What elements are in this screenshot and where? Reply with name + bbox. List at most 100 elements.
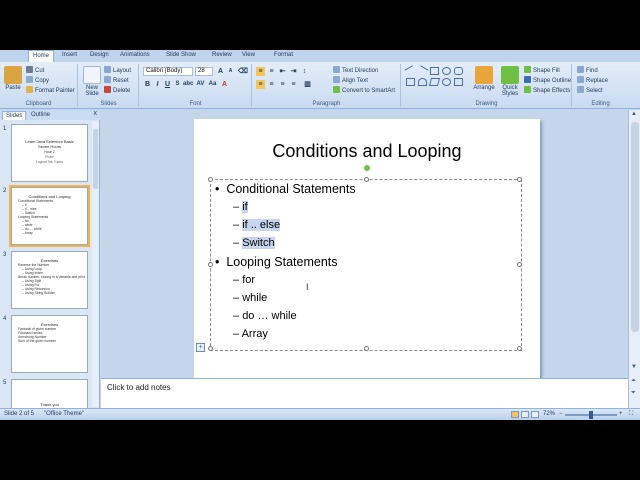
scroll-down-icon[interactable]: ▼ <box>631 364 637 370</box>
tab-format[interactable]: Format <box>270 50 297 62</box>
resize-handle[interactable] <box>517 262 522 267</box>
resize-handle[interactable] <box>208 262 213 267</box>
pane-scroll-thumb[interactable] <box>93 129 98 189</box>
layout-button[interactable]: Layout <box>104 66 131 75</box>
resize-handle[interactable] <box>208 177 213 182</box>
normal-view-button[interactable] <box>511 411 519 418</box>
bullet-item[interactable]: • Conditional Statements <box>215 182 356 196</box>
resize-handle[interactable] <box>364 177 369 182</box>
tab-design[interactable]: Design <box>86 50 113 62</box>
slide-thumbnail-3[interactable]: Exercises Reverse the Number – Using Loo… <box>11 251 88 309</box>
find-button[interactable]: Find <box>577 66 598 75</box>
delete-button[interactable]: Delete <box>104 86 130 95</box>
numbering-button[interactable]: ≡ <box>267 67 276 76</box>
sub-bullet-item[interactable]: – if .. else <box>233 219 281 231</box>
text-direction-button[interactable]: Text Direction <box>333 66 378 75</box>
decrease-indent-icon[interactable]: ⇤ <box>278 67 287 76</box>
convert-smartart-button[interactable]: Convert to SmartArt <box>333 86 395 95</box>
autofit-options-icon[interactable]: + <box>196 343 205 352</box>
select-button[interactable]: Select <box>577 86 603 95</box>
sub-bullet-item[interactable]: – if <box>233 201 248 213</box>
arc-shape-icon[interactable] <box>418 78 427 86</box>
zoom-out-icon[interactable]: − <box>559 411 563 417</box>
sub-bullet-item[interactable]: – do … while <box>233 310 297 322</box>
italic-button[interactable]: I <box>153 80 162 89</box>
tab-insert[interactable]: Insert <box>58 50 81 62</box>
align-text-button[interactable]: Align Text <box>333 76 368 85</box>
close-icon[interactable]: x <box>94 110 98 117</box>
arrow-shape-icon[interactable] <box>416 65 429 77</box>
rectangle-shape-icon[interactable] <box>430 67 439 75</box>
parallelogram-shape-icon[interactable] <box>428 78 441 86</box>
underline-button[interactable]: U <box>163 80 172 89</box>
arrange-button[interactable]: Arrange <box>472 66 496 91</box>
shrink-font-button[interactable]: A <box>226 67 235 76</box>
bullet-item[interactable]: • Looping Statements <box>215 255 338 269</box>
case-button[interactable]: Aa <box>208 80 217 89</box>
tab-slides[interactable]: Slides <box>2 111 27 120</box>
previous-slide-icon[interactable]: ⏶ <box>631 378 636 385</box>
pane-scrollbar[interactable] <box>92 121 99 407</box>
shadow-button[interactable]: S <box>173 80 182 89</box>
font-size-combo[interactable]: 28 <box>195 67 213 76</box>
next-slide-icon[interactable]: ⏷ <box>631 390 636 397</box>
line-spacing-icon[interactable]: ↕ <box>300 67 309 76</box>
resize-handle[interactable] <box>208 346 213 351</box>
shape-outline-button[interactable]: Shape Outline <box>524 76 571 85</box>
resize-handle[interactable] <box>517 177 522 182</box>
scroll-up-icon[interactable]: ▲ <box>631 111 637 117</box>
paste-button[interactable]: Paste <box>3 66 23 91</box>
tab-review[interactable]: Review <box>208 50 236 62</box>
font-name-combo[interactable]: Calibri (Body) <box>143 67 193 76</box>
strikethrough-button[interactable]: abc <box>183 80 193 89</box>
new-slide-button[interactable]: New Slide <box>81 66 103 97</box>
columns-button[interactable]: ▥ <box>303 80 312 89</box>
sub-bullet-item[interactable]: – while <box>233 292 267 304</box>
grow-font-button[interactable]: A <box>216 67 225 76</box>
zoom-slider[interactable] <box>565 411 617 419</box>
increase-indent-icon[interactable]: ⇥ <box>289 67 298 76</box>
rounded-rect-shape-icon[interactable] <box>454 67 463 75</box>
tab-view[interactable]: View <box>238 50 259 62</box>
content-placeholder[interactable]: • Conditional Statements – if – if .. el… <box>208 165 522 351</box>
sub-bullet-item[interactable]: – for <box>233 274 255 286</box>
font-color-button[interactable]: A <box>220 80 229 89</box>
tab-animations[interactable]: Animations <box>116 50 154 62</box>
bold-button[interactable]: B <box>143 80 152 89</box>
slide-scrollbar[interactable]: ▲ ▼ ⏶ ⏷ <box>628 110 640 408</box>
align-right-button[interactable]: ≡ <box>278 80 287 89</box>
oval-shape-icon[interactable] <box>442 67 451 75</box>
slide-show-view-button[interactable] <box>531 411 539 418</box>
format-painter-button[interactable]: Format Painter <box>26 86 75 95</box>
fit-slide-icon[interactable]: ⛶ <box>629 411 633 418</box>
slide-thumbnail-4[interactable]: Exercises Factorial of given number Fibo… <box>11 315 88 373</box>
slide-title[interactable]: Conditions and Looping <box>194 141 540 162</box>
shape-effects-button[interactable]: Shape Effects <box>524 86 570 95</box>
zoom-in-icon[interactable]: + <box>619 411 623 417</box>
textbox-shape-icon[interactable] <box>406 78 415 86</box>
bullets-button[interactable]: ≡ <box>256 67 265 76</box>
sub-bullet-item[interactable]: – Switch <box>233 237 275 249</box>
reset-button[interactable]: Reset <box>104 76 129 85</box>
slide-sorter-view-button[interactable] <box>521 411 529 418</box>
slide-thumbnail-2[interactable]: Conditions and Looping Conditional State… <box>9 185 90 247</box>
shape-fill-button[interactable]: Shape Fill <box>524 66 560 75</box>
quick-styles-button[interactable]: Quick Styles <box>498 66 522 97</box>
justify-button[interactable]: ≡ <box>289 80 298 89</box>
cut-button[interactable]: Cut <box>26 66 44 75</box>
rotate-handle[interactable] <box>364 165 370 171</box>
copy-button[interactable]: Copy <box>26 76 49 85</box>
replace-button[interactable]: Replace <box>577 76 608 85</box>
slide-thumbnail-1[interactable]: Learn Java Selenium Basic Seven Hours Ho… <box>11 124 88 182</box>
line-shape-icon[interactable] <box>404 65 417 77</box>
tab-home[interactable]: Home <box>28 50 55 62</box>
align-center-button[interactable]: ≡ <box>267 80 276 89</box>
brace-shape-icon[interactable] <box>454 78 463 86</box>
resize-handle[interactable] <box>517 346 522 351</box>
align-left-button[interactable]: ≡ <box>256 80 265 89</box>
notes-pane[interactable]: Click to add notes <box>101 378 628 408</box>
tab-slide-show[interactable]: Slide Show <box>162 50 200 62</box>
sub-bullet-item[interactable]: – Array <box>233 328 268 340</box>
spacing-button[interactable]: AV <box>196 80 205 89</box>
scroll-thumb[interactable] <box>631 122 639 332</box>
